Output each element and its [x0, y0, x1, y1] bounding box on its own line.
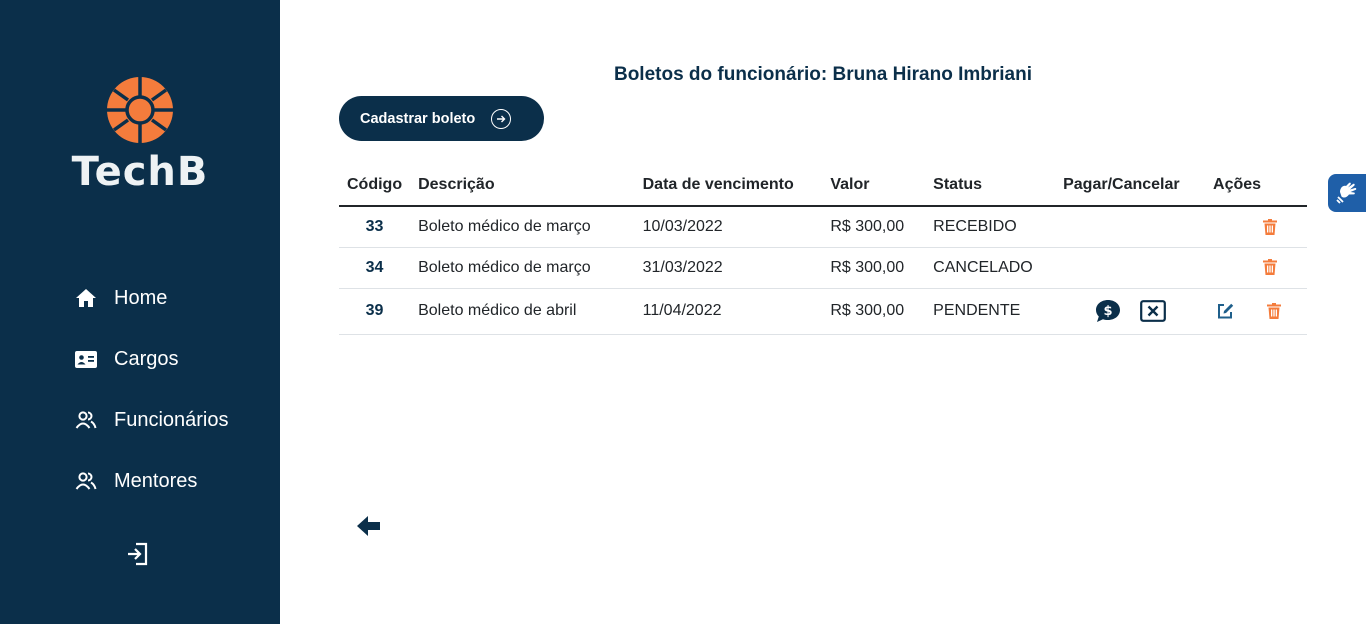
home-icon — [74, 286, 98, 310]
sidebar: TechB Home Cargos Funcionários Mentores — [0, 0, 280, 624]
trash-icon — [1266, 302, 1281, 319]
add-boleto-button[interactable]: Cadastrar boleto — [339, 96, 544, 141]
table-row: 39 Boleto médico de abril 11/04/2022 R$ … — [339, 288, 1307, 335]
cell-descricao: Boleto médico de março — [410, 206, 635, 248]
cell-vencimento: 11/04/2022 — [634, 288, 823, 335]
cell-acoes — [1205, 288, 1307, 335]
header-pagar-cancelar: Pagar/Cancelar — [1055, 164, 1206, 207]
cell-status: RECEBIDO — [925, 206, 1056, 248]
cell-codigo: 33 — [339, 206, 411, 248]
table-row: 34 Boleto médico de março 31/03/2022 R$ … — [339, 247, 1307, 289]
add-boleto-label: Cadastrar boleto — [360, 110, 476, 127]
sidebar-item-home[interactable]: Home — [74, 282, 167, 314]
cell-descricao: Boleto médico de abril — [410, 288, 635, 335]
techb-logo: TechB — [70, 76, 210, 195]
edit-icon — [1218, 303, 1234, 319]
header-acoes: Ações — [1205, 164, 1307, 207]
cell-acoes — [1205, 247, 1307, 289]
arrow-left-icon — [357, 516, 380, 536]
cell-pagar-cancelar — [1055, 247, 1206, 289]
sidebar-item-funcionarios[interactable]: Funcionários — [74, 404, 229, 436]
boletos-table: Código Descrição Data de vencimento Valo… — [339, 164, 1307, 335]
header-descricao: Descrição — [410, 164, 635, 207]
arrow-right-circle-icon — [491, 108, 512, 129]
header-status: Status — [925, 164, 1056, 207]
cell-vencimento: 31/03/2022 — [634, 247, 823, 289]
sidebar-item-label: Funcionários — [114, 408, 229, 431]
sign-language-icon — [1336, 182, 1357, 204]
sidebar-item-mentores[interactable]: Mentores — [74, 465, 197, 497]
sidebar-item-label: Home — [114, 286, 168, 309]
header-valor: Valor — [822, 164, 926, 207]
logout-button[interactable] — [124, 540, 152, 568]
cell-valor: R$ 300,00 — [822, 247, 926, 289]
trash-icon — [1263, 259, 1278, 276]
sidebar-item-label: Mentores — [114, 469, 198, 492]
svg-text:$: $ — [1104, 304, 1113, 319]
logout-icon — [128, 542, 148, 566]
header-codigo: Código — [339, 164, 411, 207]
cell-pagar-cancelar — [1055, 206, 1206, 248]
delete-button[interactable] — [1263, 259, 1278, 276]
page-title: Boletos do funcionário: Bruna Hirano Imb… — [613, 64, 1033, 85]
cell-codigo: 34 — [339, 247, 411, 289]
sidebar-item-cargos[interactable]: Cargos — [74, 343, 178, 375]
cell-codigo: 39 — [339, 288, 411, 335]
table-header-row: Código Descrição Data de vencimento Valo… — [339, 164, 1307, 207]
cell-status: PENDENTE — [925, 288, 1056, 335]
cell-acoes — [1205, 206, 1307, 248]
back-button[interactable] — [357, 515, 381, 537]
delete-button[interactable] — [1263, 218, 1278, 235]
cell-pagar-cancelar: $ — [1055, 288, 1206, 335]
accessibility-widget-button[interactable] — [1328, 174, 1366, 212]
pay-button[interactable]: $ — [1095, 299, 1121, 323]
delete-button[interactable] — [1266, 302, 1281, 319]
pay-dollar-icon: $ — [1096, 300, 1121, 322]
cancel-x-icon — [1139, 300, 1166, 322]
brand-name: TechB — [71, 149, 209, 195]
cancel-button[interactable] — [1139, 300, 1166, 322]
table-row: 33 Boleto médico de março 10/03/2022 R$ … — [339, 206, 1307, 248]
users-icon — [74, 408, 98, 432]
edit-button[interactable] — [1217, 303, 1234, 319]
cell-valor: R$ 300,00 — [822, 288, 926, 335]
header-vencimento: Data de vencimento — [634, 164, 823, 207]
sidebar-item-label: Cargos — [114, 347, 179, 370]
id-card-icon — [74, 347, 98, 371]
logo-mark-icon — [107, 77, 173, 143]
cell-valor: R$ 300,00 — [822, 206, 926, 248]
trash-icon — [1263, 218, 1278, 235]
cell-status: CANCELADO — [925, 247, 1056, 289]
cell-descricao: Boleto médico de março — [410, 247, 635, 289]
cell-vencimento: 10/03/2022 — [634, 206, 823, 248]
users-icon — [74, 469, 98, 493]
